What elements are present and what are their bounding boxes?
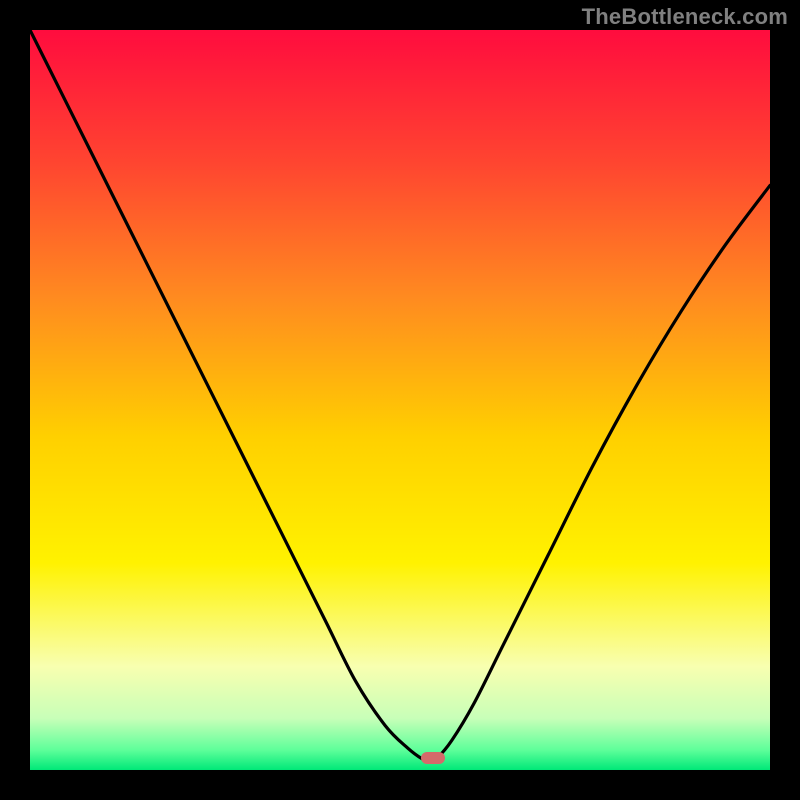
optimal-marker (421, 752, 445, 764)
chart-stage: TheBottleneck.com (0, 0, 800, 800)
heat-gradient (30, 30, 770, 770)
watermark-text: TheBottleneck.com (582, 4, 788, 30)
plot-area (30, 30, 770, 770)
